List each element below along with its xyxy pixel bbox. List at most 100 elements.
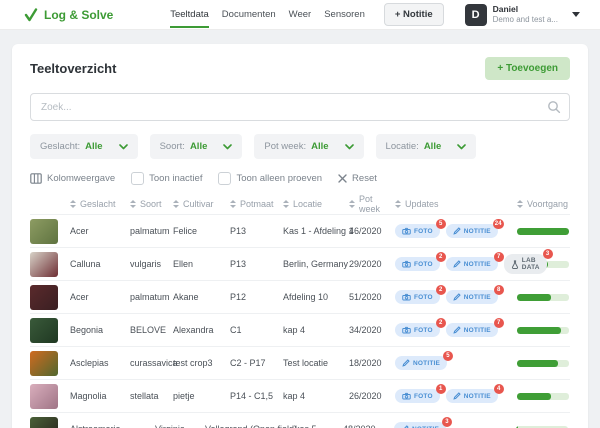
progress-bar [517, 327, 569, 334]
foto-badge[interactable]: FOTO1 [395, 389, 440, 403]
thumbnail-cell [30, 285, 70, 310]
badge-label: FOTO [414, 294, 433, 301]
reset-button[interactable]: Reset [338, 173, 377, 184]
notitie-badge[interactable]: NOTITIE3 [394, 422, 446, 428]
filter-soort[interactable]: Soort:Alle [150, 134, 243, 159]
table-row[interactable]: BegoniaBELOVEAlexandraC1kap 434/2020FOTO… [30, 313, 570, 346]
table-row[interactable]: MagnoliastellatapietjeP14 - C1,5kap 426/… [30, 379, 570, 412]
app-logo[interactable]: Log & Solve [24, 8, 113, 22]
cell-cultivar: Felice [173, 226, 230, 236]
search-bar [30, 93, 570, 121]
plant-thumbnail[interactable] [30, 285, 58, 310]
updates-cell: FOTO1 NOTITIE4 [395, 389, 517, 403]
progress-bar [517, 393, 569, 400]
logo-checkmark-icon [24, 8, 38, 22]
nav-tab-weer[interactable]: Weer [289, 1, 312, 28]
nav-tabs: Teeltdata Documenten Weer Sensoren [170, 1, 365, 28]
column-header-updates[interactable]: Updates [395, 199, 517, 209]
plant-thumbnail[interactable] [30, 219, 58, 244]
table-row[interactable]: AlstroemeriaVirginiaVollegrond (Open fie… [30, 412, 570, 428]
notitie-badge[interactable]: NOTITIE5 [395, 356, 447, 370]
filter-geslacht[interactable]: Geslacht:Alle [30, 134, 138, 159]
notitie-badge[interactable]: NOTITIE8 [446, 290, 498, 304]
filter-value: Alle [190, 141, 207, 152]
nav-tab-documenten[interactable]: Documenten [222, 1, 276, 28]
cell-locatie: kap 4 [283, 391, 349, 401]
notitie-badge[interactable]: NOTITIE7 [446, 323, 498, 337]
plant-thumbnail[interactable] [30, 384, 58, 409]
column-header-voortgang[interactable]: Voortgang [517, 199, 570, 209]
filter-locatie[interactable]: Locatie:Alle [376, 134, 477, 159]
column-header-cultivar[interactable]: Cultivar [173, 199, 230, 209]
filter-pot-week[interactable]: Pot week:Alle [254, 134, 363, 159]
progress-bar [517, 360, 569, 367]
add-crop-button[interactable]: + Toevoegen [485, 57, 570, 80]
checkbox-toon-inactief[interactable]: Toon inactief [131, 172, 202, 185]
filter-label: Geslacht: [40, 141, 80, 152]
crop-table: AcerpalmatumFeliceP13Kas 1 - Afdeling 14… [30, 214, 570, 428]
search-input[interactable] [30, 93, 570, 121]
plant-thumbnail[interactable] [30, 351, 58, 376]
sort-icon [517, 200, 523, 208]
user-menu[interactable]: D Daniel Demo and test a... [465, 4, 580, 26]
notitie-badge[interactable]: NOTITIE7 [446, 257, 498, 271]
cell-pot-week: 29/2020 [349, 259, 395, 269]
plant-thumbnail[interactable] [30, 417, 58, 428]
labdata-badge[interactable]: LAB DATA3 [504, 254, 547, 274]
column-header-potmaat[interactable]: Potmaat [230, 199, 283, 209]
nav-tab-sensoren[interactable]: Sensoren [324, 1, 365, 28]
column-view-button[interactable]: Kolomweergave [30, 173, 115, 184]
cell-geslacht: Asclepias [70, 358, 130, 368]
sort-icon [349, 200, 355, 208]
column-header-soort[interactable]: Soort [130, 199, 173, 209]
cell-geslacht: Alstroemeria [70, 424, 130, 428]
cell-geslacht: Acer [70, 226, 130, 236]
foto-badge[interactable]: FOTO5 [395, 224, 440, 238]
filter-label: Locatie: [386, 141, 419, 152]
progress-fill [517, 294, 551, 301]
column-header-geslacht[interactable]: Geslacht [70, 199, 130, 209]
checkbox-box[interactable] [131, 172, 144, 185]
cell-cultivar: Alexandra [173, 325, 230, 335]
user-info: Daniel Demo and test a... [493, 4, 558, 25]
cell-locatie: Afdeling 10 [283, 292, 349, 302]
nav-tab-teeltdata[interactable]: Teeltdata [170, 1, 209, 28]
checkbox-toon-alleen-proeven[interactable]: Toon alleen proeven [218, 172, 322, 185]
notitie-badge[interactable]: NOTITIE24 [446, 224, 498, 238]
column-header-locatie[interactable]: Locatie [283, 199, 349, 209]
sort-icon [70, 200, 76, 208]
notitie-badge[interactable]: NOTITIE4 [446, 389, 498, 403]
badge-count: 2 [436, 285, 446, 295]
chevron-down-icon [223, 144, 232, 150]
cell-pot-week: 26/2020 [349, 391, 395, 401]
table-row[interactable]: AcerpalmatumAkaneP12Afdeling 1051/2020FO… [30, 280, 570, 313]
foto-badge[interactable]: FOTO2 [395, 323, 440, 337]
chevron-down-icon [345, 144, 354, 150]
camera-icon [402, 293, 411, 301]
cell-soort: vulgaris [130, 259, 173, 269]
plant-thumbnail[interactable] [30, 318, 58, 343]
updates-cell: NOTITIE3 [394, 422, 516, 428]
checkbox-box[interactable] [218, 172, 231, 185]
badge-count: 8 [494, 285, 504, 295]
table-row[interactable]: Asclepiascurassavicatest crop3C2 - P17Te… [30, 346, 570, 379]
thumbnail-cell [30, 384, 70, 409]
plant-thumbnail[interactable] [30, 252, 58, 277]
note-icon [453, 227, 461, 235]
column-header-pot-week[interactable]: Pot week [349, 194, 395, 214]
cell-pot-week: 48/2020 [343, 424, 394, 428]
note-icon [453, 392, 461, 400]
cell-locatie: kap 4 [283, 325, 349, 335]
cell-locatie: Kas 1 - Afdeling 1 [283, 226, 349, 236]
new-note-button[interactable]: + Notitie [384, 3, 444, 26]
badge-count: 24 [493, 219, 504, 229]
cell-geslacht: Begonia [70, 325, 130, 335]
foto-badge[interactable]: FOTO2 [395, 290, 440, 304]
cell-cultivar: Akane [173, 292, 230, 302]
table-row[interactable]: AcerpalmatumFeliceP13Kas 1 - Afdeling 14… [30, 214, 570, 247]
foto-badge[interactable]: FOTO2 [395, 257, 440, 271]
column-label: Updates [405, 199, 439, 209]
table-row[interactable]: CallunavulgarisEllenP13Berlin, Germany29… [30, 247, 570, 280]
badge-label: NOTITIE [464, 228, 491, 235]
chevron-down-icon [457, 144, 466, 150]
